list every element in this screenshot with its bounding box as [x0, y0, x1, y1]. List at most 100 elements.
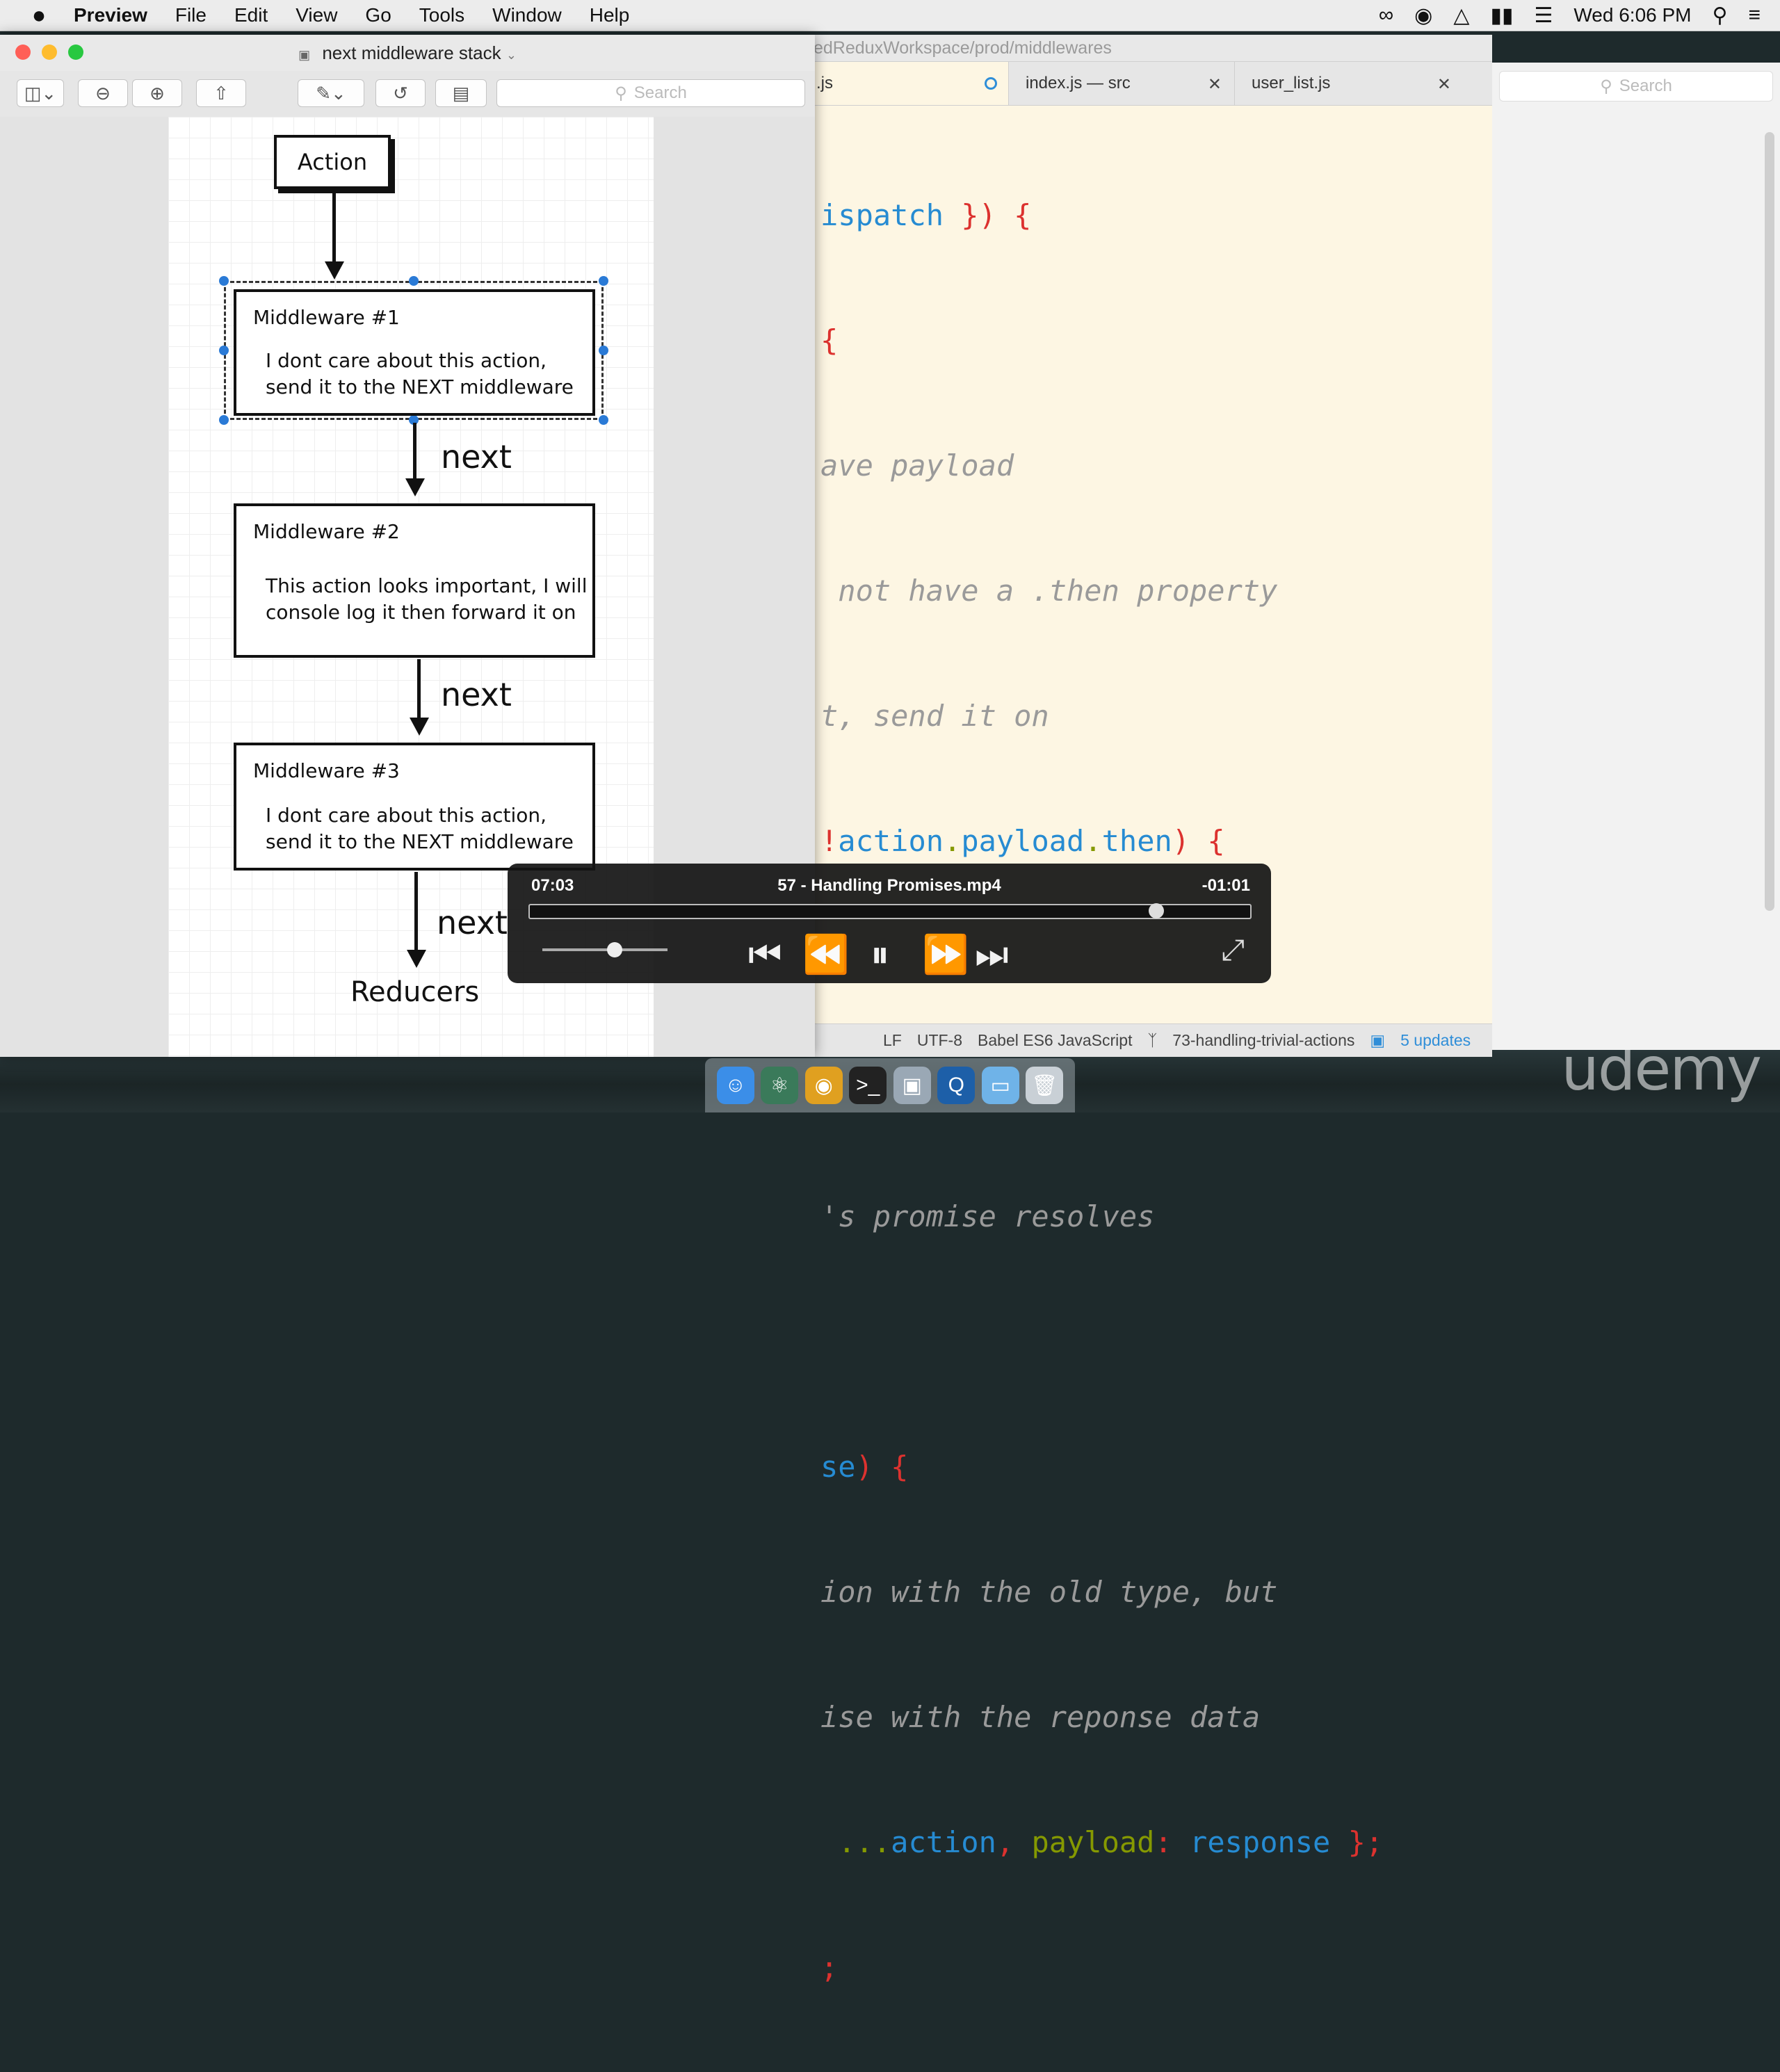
volume-knob[interactable]: [607, 942, 623, 957]
trash-icon[interactable]: 🗑: [1026, 1067, 1064, 1104]
search-icon: ⚲: [1600, 76, 1612, 96]
action-box[interactable]: Action: [274, 135, 391, 189]
menu-tools[interactable]: Tools: [419, 4, 464, 26]
middleware-1-box[interactable]: Middleware #1 I dont care about this act…: [234, 289, 595, 416]
arrow-head: [407, 950, 426, 968]
sidebar-toggle-button[interactable]: ◫⌄: [17, 79, 64, 107]
rotate-button[interactable]: ↺: [375, 79, 426, 107]
record-icon[interactable]: ◉: [1414, 3, 1432, 28]
notification-center-icon[interactable]: ≡: [1748, 3, 1761, 27]
finder-icon[interactable]: ☺: [716, 1067, 754, 1104]
selection-handle[interactable]: [409, 276, 419, 286]
zoom-in-button[interactable]: ⊕: [132, 79, 182, 107]
middleware-3-text-line2: send it to the NEXT middleware: [266, 830, 574, 853]
toolbox-icon: ▤: [452, 82, 470, 104]
fast-forward-icon[interactable]: ⏩: [922, 933, 969, 977]
toolbox-button[interactable]: ▤: [435, 79, 487, 107]
code-line: ion with the old type, but: [820, 1571, 1383, 1613]
middleware-3-box[interactable]: Middleware #3 I dont care about this act…: [234, 743, 595, 871]
right-search-field[interactable]: ⚲ Search: [1499, 71, 1773, 102]
tab-user-list-js[interactable]: user_list.js ✕: [1234, 62, 1464, 105]
arrow-head: [410, 718, 429, 736]
code-token: .: [944, 824, 962, 858]
zoom-out-button[interactable]: ⊖: [78, 79, 128, 107]
code-token: ,: [996, 1825, 1032, 1859]
scrubber-knob[interactable]: [1149, 903, 1165, 918]
code-line: ...action, payload: response };: [820, 1822, 1383, 1863]
status-branch[interactable]: 73-handling-trivial-actions: [1172, 1031, 1354, 1050]
selection-handle[interactable]: [219, 276, 229, 286]
glasses-icon[interactable]: ∞: [1379, 3, 1393, 27]
status-eol[interactable]: LF: [883, 1031, 902, 1050]
tab-middleware-file[interactable]: .js: [800, 62, 1008, 105]
scrollbar-thumb[interactable]: [1765, 132, 1774, 911]
pause-icon[interactable]: ⏸: [871, 933, 889, 977]
search-input[interactable]: ⚲ Search: [496, 79, 805, 107]
close-icon[interactable]: ✕: [1208, 74, 1222, 95]
code-comment: ion with the old type, but: [820, 1575, 1278, 1609]
middleware-1-title: Middleware #1: [253, 306, 400, 329]
code-token: response: [1190, 1825, 1331, 1859]
close-icon[interactable]: ✕: [1437, 74, 1451, 95]
quicktime-icon[interactable]: Q: [937, 1067, 976, 1104]
code-token: !: [820, 824, 839, 858]
remaining-time[interactable]: -01:01: [1202, 876, 1250, 896]
middleware-2-box[interactable]: Middleware #2 This action looks importan…: [234, 503, 595, 658]
tab-label: user_list.js: [1252, 74, 1331, 92]
tab-label: index.js — src: [1026, 74, 1131, 92]
menu-go[interactable]: Go: [365, 4, 391, 26]
folder-icon[interactable]: ▭: [981, 1067, 1019, 1104]
code-token: ;: [820, 1950, 839, 1984]
selection-handle[interactable]: [599, 415, 608, 425]
volume-slider[interactable]: [542, 942, 668, 957]
chevron-down-icon[interactable]: ⌄: [506, 48, 517, 62]
menu-help[interactable]: Help: [590, 4, 630, 26]
code-comment: t, send it on: [820, 699, 1049, 733]
next-label: next: [441, 676, 512, 713]
markup-button[interactable]: ✎⌄: [298, 79, 364, 107]
selection-handle[interactable]: [599, 276, 608, 286]
airplay-icon[interactable]: △: [1453, 3, 1469, 28]
apple-menu-icon[interactable]: ●: [25, 2, 53, 29]
menu-window[interactable]: Window: [492, 4, 562, 26]
exit-fullscreen-icon[interactable]: ⤢: [1221, 933, 1245, 967]
status-grammar[interactable]: Babel ES6 JavaScript: [978, 1031, 1132, 1050]
status-encoding[interactable]: UTF-8: [917, 1031, 962, 1050]
chrome-icon[interactable]: ◉: [804, 1067, 843, 1104]
package-icon: ▣: [1370, 1031, 1386, 1049]
preview-toolbar: ◫⌄ ⊖ ⊕ ⇧ ✎⌄ ↺ ▤ ⚲ Search: [0, 71, 815, 118]
menu-clock[interactable]: Wed 6:06 PM: [1573, 4, 1691, 26]
preview-app-icon[interactable]: ▣: [893, 1067, 931, 1104]
minimize-window-button[interactable]: [42, 44, 57, 60]
code-line: {: [820, 320, 1383, 362]
code-line: se) {: [820, 1446, 1383, 1488]
status-updates[interactable]: 5 updates: [1400, 1031, 1471, 1050]
battery-icon[interactable]: ▮▮: [1490, 3, 1513, 28]
menu-edit[interactable]: Edit: [234, 4, 268, 26]
share-button[interactable]: ⇧: [196, 79, 246, 107]
middleware-1-text-line2: send it to the NEXT middleware: [266, 375, 574, 398]
code-token: ) {: [855, 1450, 909, 1484]
menu-file[interactable]: File: [175, 4, 207, 26]
rewind-icon[interactable]: ⏪: [802, 933, 849, 977]
code-token: se: [820, 1450, 856, 1484]
wifi-icon[interactable]: ☰: [1534, 3, 1553, 28]
reducers-label: Reducers: [350, 976, 480, 1008]
zoom-window-button[interactable]: [68, 44, 83, 60]
selection-handle[interactable]: [219, 415, 229, 425]
selection-handle[interactable]: [599, 346, 608, 355]
atom-icon[interactable]: ⚛: [761, 1067, 799, 1104]
terminal-icon[interactable]: >_: [849, 1067, 887, 1104]
code-token: :: [1154, 1825, 1190, 1859]
skip-back-icon[interactable]: ⏮: [748, 933, 782, 977]
menu-view[interactable]: View: [296, 4, 337, 26]
skip-forward-icon[interactable]: ⏭: [975, 933, 1009, 977]
menu-app-preview[interactable]: Preview: [74, 4, 147, 26]
close-window-button[interactable]: [15, 44, 31, 60]
selection-handle[interactable]: [219, 346, 229, 355]
tab-index-js[interactable]: index.js — src ✕: [1008, 62, 1234, 105]
spotlight-icon[interactable]: ⚲: [1713, 3, 1728, 28]
playback-scrubber[interactable]: [528, 903, 1252, 919]
code-token: ) {: [1172, 824, 1225, 858]
window-title[interactable]: next middleware stack: [322, 42, 501, 63]
